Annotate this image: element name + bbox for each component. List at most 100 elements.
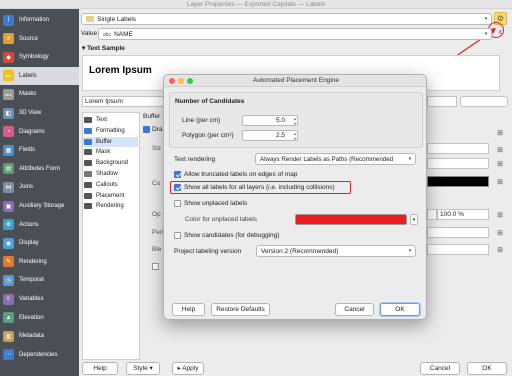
polygon-label: Polygon (per cm²)	[182, 132, 234, 139]
data-defined-override-button[interactable]: ⊞	[493, 159, 507, 170]
text-rendering-select[interactable]: Always Render Labels as Paths (Recommend…	[255, 153, 416, 165]
sidebar-item-symbology[interactable]: ◆ Symbology	[0, 48, 79, 66]
show-all-labels-label: Show all labels for all layers (i.e. inc…	[184, 184, 335, 191]
fields-icon: ▦	[3, 144, 14, 156]
expression-button[interactable]: ε	[495, 29, 506, 40]
tree-item-mask[interactable]: Mask	[84, 147, 110, 157]
draw-buffer-label: Dra	[152, 126, 163, 133]
help-button[interactable]: Help	[82, 362, 118, 375]
sidebar-item-3d-view[interactable]: ◧ 3D View	[0, 104, 79, 122]
rendering-icon: ✎	[3, 256, 14, 268]
data-defined-override-button[interactable]: ⊞	[493, 245, 507, 256]
sidebar-item-label: Diagrams	[19, 128, 45, 135]
sidebar-item-metadata[interactable]: ▥ Metadata	[0, 327, 79, 345]
tree-item-callouts[interactable]: Callouts	[84, 180, 118, 190]
diagrams-icon: ◔	[3, 126, 14, 138]
sidebar-item-rendering[interactable]: ✎ Rendering	[0, 253, 79, 271]
apply-button[interactable]: ▸ Apply	[172, 362, 204, 375]
sidebar-item-actions[interactable]: ⚙ Actions	[0, 216, 79, 234]
buffer-color-button[interactable]	[427, 176, 489, 187]
show-all-labels-checkbox[interactable]	[174, 184, 181, 191]
sidebar-item-joins[interactable]: ⋈ Joins	[0, 178, 79, 196]
tree-item-text[interactable]: Text	[84, 115, 107, 125]
zoom-window-button[interactable]	[187, 78, 193, 84]
close-window-button[interactable]	[169, 78, 175, 84]
sample-text-input[interactable]: Lorem Ipsum	[82, 96, 164, 107]
sidebar-item-dependencies[interactable]: ⋯ Dependencies	[0, 346, 79, 364]
sidebar-item-source[interactable]: ≡ Source	[0, 30, 79, 48]
unplaced-color-label: Color for unplaced labels	[185, 216, 257, 223]
restore-defaults-button[interactable]: Restore Defaults	[211, 303, 270, 316]
data-defined-override-button[interactable]: ⊞	[493, 177, 507, 188]
sidebar-item-label: Variables	[19, 296, 44, 302]
zoom-input[interactable]	[427, 96, 457, 107]
data-defined-override-button[interactable]: ⊞	[493, 145, 507, 156]
sidebar-item-label: Attributes Form	[19, 165, 61, 172]
polygon-candidates-spinbox[interactable]: 2.5 ▴ ▾	[242, 130, 298, 141]
metadata-icon: ▥	[3, 330, 14, 342]
sidebar-item-auxiliary-storage[interactable]: ▣ Auxiliary Storage	[0, 197, 79, 215]
sidebar-item-label: Fields	[19, 147, 36, 154]
data-defined-override-button[interactable]: ⊞	[493, 210, 507, 221]
sidebar-item-fields[interactable]: ▦ Fields	[0, 141, 79, 159]
sidebar-item-label: 3D View	[19, 110, 42, 116]
tree-item-placement[interactable]: Placement	[84, 191, 124, 201]
variables-icon: ε	[3, 293, 14, 305]
single-labels-icon	[86, 16, 94, 23]
placement-icon	[84, 192, 92, 199]
tree-item-rendering[interactable]: Rendering	[84, 201, 124, 211]
unplaced-color-button[interactable]	[295, 214, 407, 225]
formatting-icon	[84, 127, 92, 134]
tree-item-buffer[interactable]: Buffer	[83, 136, 138, 147]
ok-button[interactable]: OK	[467, 362, 507, 375]
tree-item-formatting[interactable]: Formatting	[84, 126, 125, 136]
tree-item-background[interactable]: Background	[84, 158, 128, 168]
allow-truncated-checkbox[interactable]	[174, 171, 181, 178]
show-unplaced-checkbox[interactable]	[174, 200, 181, 207]
size-unit-select[interactable]	[427, 158, 489, 169]
minimize-window-button[interactable]	[178, 78, 184, 84]
chevron-down-icon: ▾	[406, 155, 414, 163]
show-unplaced-label: Show unplaced labels	[184, 200, 248, 207]
sidebar-item-display[interactable]: ◉ Display	[0, 234, 79, 252]
sidebar-item-attributes-form[interactable]: ▤ Attributes Form	[0, 160, 79, 178]
sidebar-item-elevation[interactable]: ▲ Elevation	[0, 309, 79, 327]
sidebar-item-temporal[interactable]: ◷ Temporal	[0, 271, 79, 289]
sidebar-item-labels[interactable]: abc Labels	[0, 66, 79, 85]
blend-mode-label: Ble	[152, 246, 162, 253]
size-input[interactable]	[427, 143, 489, 154]
data-defined-override-button[interactable]: ⊞	[493, 128, 507, 139]
sidebar-item-label: Temporal	[19, 277, 44, 284]
pen-join-select[interactable]	[427, 227, 489, 238]
dialog-cancel-button[interactable]: Cancel	[335, 303, 374, 316]
show-candidates-checkbox[interactable]	[174, 232, 181, 239]
sidebar-item-masks[interactable]: abc Masks	[0, 85, 79, 103]
sidebar-item-label: Masks	[19, 91, 37, 98]
draw-buffer-checkbox[interactable]	[143, 126, 150, 133]
blend-mode-select[interactable]	[427, 244, 489, 255]
opacity-slider[interactable]	[427, 209, 437, 220]
tree-item-label: Mask	[96, 149, 111, 156]
effects-checkbox[interactable]	[152, 263, 159, 270]
sidebar-item-information[interactable]: i Information	[0, 11, 79, 29]
text-sample-header[interactable]: ▾ Text Sample	[82, 44, 125, 52]
data-defined-override-button[interactable]: ⊞	[493, 228, 507, 239]
opacity-label: Op	[152, 211, 161, 218]
tree-item-label: Placement	[96, 192, 125, 199]
scale-select[interactable]	[460, 96, 508, 107]
dialog-help-button[interactable]: Help	[172, 303, 205, 316]
sidebar-item-diagrams[interactable]: ◔ Diagrams	[0, 123, 79, 141]
style-button[interactable]: Style ▾	[126, 362, 160, 375]
callouts-icon	[84, 181, 92, 188]
dialog-title: Automated Placement Engine	[253, 77, 339, 84]
line-candidates-spinbox[interactable]: 5.0 ▴ ▾	[242, 115, 298, 126]
value-field-select[interactable]: abc NAME ▾	[98, 28, 492, 40]
opacity-input[interactable]: 100.0 %	[437, 209, 489, 220]
show-candidates-label: Show candidates (for debugging)	[184, 232, 280, 239]
sidebar-item-variables[interactable]: ε Variables	[0, 290, 79, 308]
labeling-version-select[interactable]: Version 2 (Recommended) ▾	[256, 245, 416, 257]
dialog-ok-button[interactable]: OK	[380, 303, 420, 316]
cancel-button[interactable]: Cancel	[420, 362, 460, 375]
chevron-down-icon[interactable]: ▾	[410, 214, 418, 225]
tree-item-shadow[interactable]: Shadow	[84, 169, 118, 179]
